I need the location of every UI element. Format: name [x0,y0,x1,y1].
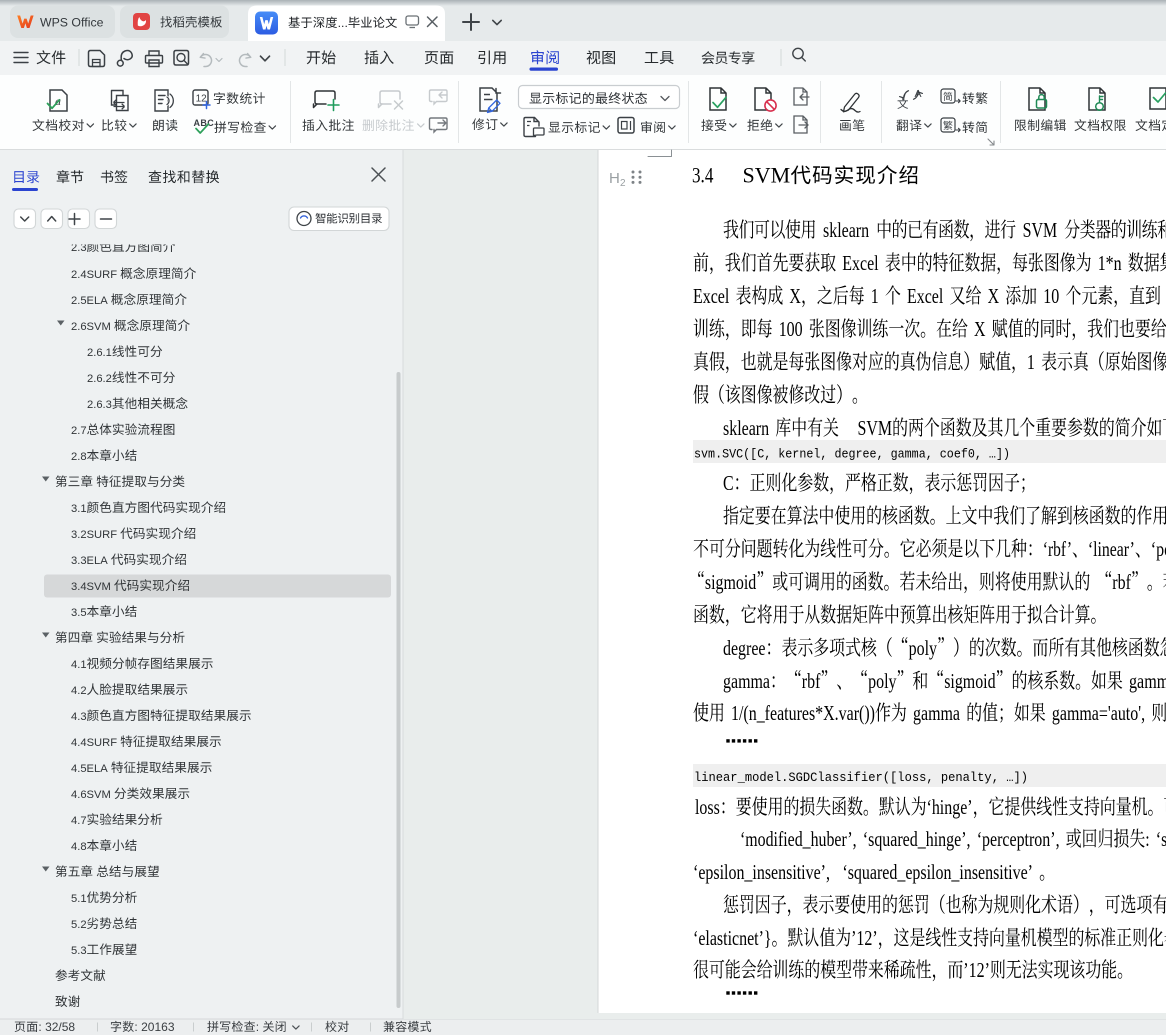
svg-text:‘poly’: ‘poly’ [1151,537,1166,561]
svg-text:4.6SVM: 4.6SVM [71,789,111,801]
svg-text:2.6.3: 2.6.3 [87,399,112,411]
svg-text:linear_model.SGDClassifier([lo: linear_model.SGDClassifier([loss, penalt… [694,770,1028,785]
svg-text:3.5: 3.5 [71,607,87,619]
svg-text:sigmoid: sigmoid [944,669,996,693]
svg-text:gamma: gamma [723,669,771,693]
svg-text:2.7: 2.7 [71,425,87,437]
svg-text:‘modified_huber’,: ‘modified_huber’, [740,827,857,851]
svg-text:12: 12 [196,94,208,105]
svg-text:sigmoid: sigmoid [705,570,757,594]
svg-text:SVM: SVM [743,163,791,188]
svg-text:5.2: 5.2 [71,919,87,931]
svg-text:10: 10 [1043,284,1059,308]
svg-text:4.1: 4.1 [71,659,87,671]
svg-text:2: 2 [620,178,626,189]
svg-text:gamma=’scale’: gamma=’scale’ [1129,669,1166,693]
svg-text:’12’: ’12’ [851,926,878,950]
svg-text:2.5ELA: 2.5ELA [71,295,108,307]
svg-text:1*n: 1*n [1098,251,1122,275]
svg-text:gamma='auto',: gamma='auto', [1052,701,1145,725]
svg-text:32/58: 32/58 [45,1020,75,1034]
svg-text:sklearn: sklearn [723,416,769,440]
svg-text:‘rbf’: ‘rbf’ [1043,537,1072,561]
svg-text:sklearn: sklearn [823,218,869,242]
svg-text:Excel: Excel [907,284,943,308]
svg-text:‘linear’: ‘linear’ [1088,537,1135,561]
svg-text:‘squared_hinge’,: ‘squared_hinge’, [863,827,971,851]
svg-text::: : [38,1020,41,1034]
svg-text:20163: 20163 [141,1020,175,1034]
svg-text:rbf: rbf [802,669,821,693]
svg-text:‘epsilon_insensitive’,: ‘epsilon_insensitive’, [693,860,830,884]
svg-text::: : [134,1020,137,1034]
svg-text:degree: degree [723,636,766,660]
svg-text:1: 1 [1027,350,1035,374]
svg-text:4.5ELA: 4.5ELA [71,763,108,775]
svg-text:SVM: SVM [858,416,893,440]
svg-text:‘hinge’: ‘hinge’ [927,795,973,819]
svg-text:4.3: 4.3 [71,711,87,723]
svg-text:gamma: gamma [913,701,961,725]
svg-text:svm.SVC([C, kernel, degree, ga: svm.SVC([C, kernel, degree, gamma, coef0… [694,447,1010,462]
svg-text:3.4: 3.4 [692,163,713,188]
svg-text:‘squared_epsilon_insensitive’: ‘squared_epsilon_insensitive’ [842,860,1033,884]
svg-text:poly: poly [909,636,938,660]
svg-text:4.4SURF: 4.4SURF [71,737,117,749]
svg-text:rbf: rbf [1112,570,1131,594]
svg-text:4.7: 4.7 [71,815,87,827]
svg-text:‘squared: ‘squared [1156,827,1166,851]
svg-text:4.2: 4.2 [71,685,87,697]
svg-text:1: 1 [871,284,879,308]
svg-text:Excel: Excel [842,251,878,275]
svg-text:Excel: Excel [693,284,729,308]
svg-text:...: ... [338,16,348,30]
svg-text:X: X [974,317,986,341]
svg-text:loss: loss [695,795,720,819]
svg-text:2.6.1: 2.6.1 [87,347,112,359]
svg-text:3.4SVM: 3.4SVM [71,581,111,593]
svg-text:2.4SURF: 2.4SURF [71,269,117,281]
svg-text:WPS: WPS [40,15,68,29]
svg-text:5.3: 5.3 [71,945,87,957]
svg-text:1/(n_features*X.var()): 1/(n_features*X.var()) [731,701,875,725]
svg-text:Office: Office [71,15,103,29]
svg-text:C: C [723,471,734,495]
svg-text:3.2SURF: 3.2SURF [71,529,117,541]
svg-text:X: X [988,284,1000,308]
svg-text:5.1: 5.1 [71,893,87,905]
svg-text::: : [1145,827,1149,851]
svg-text:poly: poly [868,669,897,693]
svg-text:SVM: SVM [1023,218,1058,242]
svg-text:3.1: 3.1 [71,503,87,515]
svg-text:2.8: 2.8 [71,451,87,463]
svg-text::: : [256,1020,259,1034]
svg-text:’12’: ’12’ [963,958,990,982]
svg-text:H: H [609,170,620,187]
svg-text:4.8: 4.8 [71,841,87,853]
svg-text:X: X [789,284,801,308]
svg-text:‘perceptron’,: ‘perceptron’, [977,827,1060,851]
svg-text:2.6SVM: 2.6SVM [71,321,111,333]
svg-text:ABC: ABC [194,118,215,128]
svg-text:100: 100 [779,317,803,341]
svg-text:2.6.2: 2.6.2 [87,373,112,385]
svg-text:‘elasticnet’}: ‘elasticnet’} [693,926,772,950]
svg-text:3.3ELA: 3.3ELA [71,555,108,567]
